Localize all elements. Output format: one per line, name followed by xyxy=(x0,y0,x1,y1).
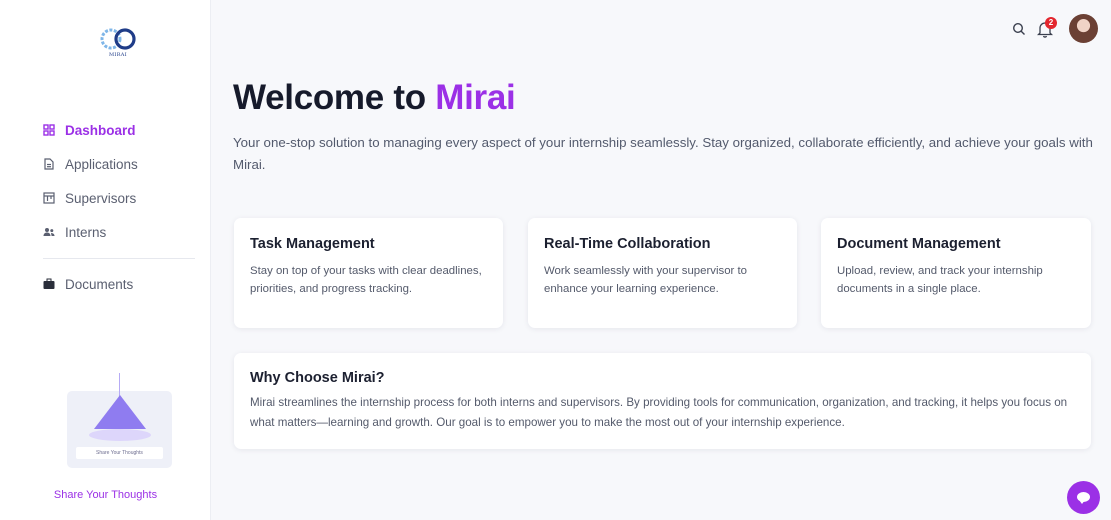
why-choose-card: Why Choose Mirai? Mirai streamlines the … xyxy=(234,353,1091,449)
sidebar-item-interns[interactable]: Interns xyxy=(43,215,203,249)
title-accent: Mirai xyxy=(435,78,516,117)
sidebar-nav: Dashboard Applications Supervisors Inter… xyxy=(43,113,203,301)
title-prefix: Welcome to xyxy=(233,78,436,117)
briefcase-icon xyxy=(43,278,55,290)
sidebar-item-documents[interactable]: Documents xyxy=(43,267,203,301)
lamp-glow xyxy=(89,429,151,441)
share-thoughts-link[interactable]: Share Your Thoughts xyxy=(0,489,211,501)
sidebar-item-supervisors[interactable]: Supervisors xyxy=(43,181,203,215)
sidebar-item-dashboard[interactable]: Dashboard xyxy=(43,113,203,147)
search-icon[interactable] xyxy=(1012,22,1026,36)
feature-card-text: Work seamlessly with your supervisor to … xyxy=(544,265,747,295)
users-icon xyxy=(43,226,55,238)
board-icon xyxy=(43,192,55,204)
sidebar-item-label: Applications xyxy=(65,156,138,172)
feature-card-text: Upload, review, and track your internshi… xyxy=(837,265,1043,295)
share-thoughts-card-button[interactable]: Share Your Thoughts xyxy=(76,447,163,459)
notification-badge: 2 xyxy=(1045,17,1057,29)
lamp-cord xyxy=(119,373,120,397)
page-title: Welcome to Mirai xyxy=(233,78,516,118)
document-icon xyxy=(43,158,55,170)
feature-card-title: Task Management xyxy=(250,236,375,252)
share-thoughts-card[interactable]: Share Your Thoughts xyxy=(67,373,172,468)
sidebar-item-label: Interns xyxy=(65,224,107,240)
sidebar-item-label: Dashboard xyxy=(65,122,136,138)
feature-card-title: Document Management xyxy=(837,236,1001,252)
why-choose-text: Mirai streamlines the internship process… xyxy=(250,396,1068,429)
chat-button[interactable] xyxy=(1067,481,1100,514)
feature-card-task-management: Task Management Stay on top of your task… xyxy=(234,218,503,328)
sidebar: MIRAI Dashboard Applications Supervisors… xyxy=(0,0,211,520)
sidebar-divider xyxy=(43,258,195,259)
sidebar-item-applications[interactable]: Applications xyxy=(43,147,203,181)
page-subtitle: Your one-stop solution to managing every… xyxy=(233,135,1093,172)
why-choose-title: Why Choose Mirai? xyxy=(250,370,385,386)
chat-bubble-tail xyxy=(1079,500,1085,504)
lamp-icon xyxy=(94,395,146,429)
feature-card-document-management: Document Management Upload, review, and … xyxy=(821,218,1091,328)
logo-text: MIRAI xyxy=(109,52,127,58)
mirai-logo[interactable]: MIRAI xyxy=(96,26,140,62)
feature-card-title: Real-Time Collaboration xyxy=(544,236,711,252)
feature-card-text: Stay on top of your tasks with clear dea… xyxy=(250,265,482,295)
feature-card-collaboration: Real-Time Collaboration Work seamlessly … xyxy=(528,218,797,328)
sidebar-item-label: Documents xyxy=(65,276,134,292)
grid-icon xyxy=(43,124,55,136)
sidebar-item-label: Supervisors xyxy=(65,190,137,206)
avatar[interactable] xyxy=(1069,14,1098,43)
